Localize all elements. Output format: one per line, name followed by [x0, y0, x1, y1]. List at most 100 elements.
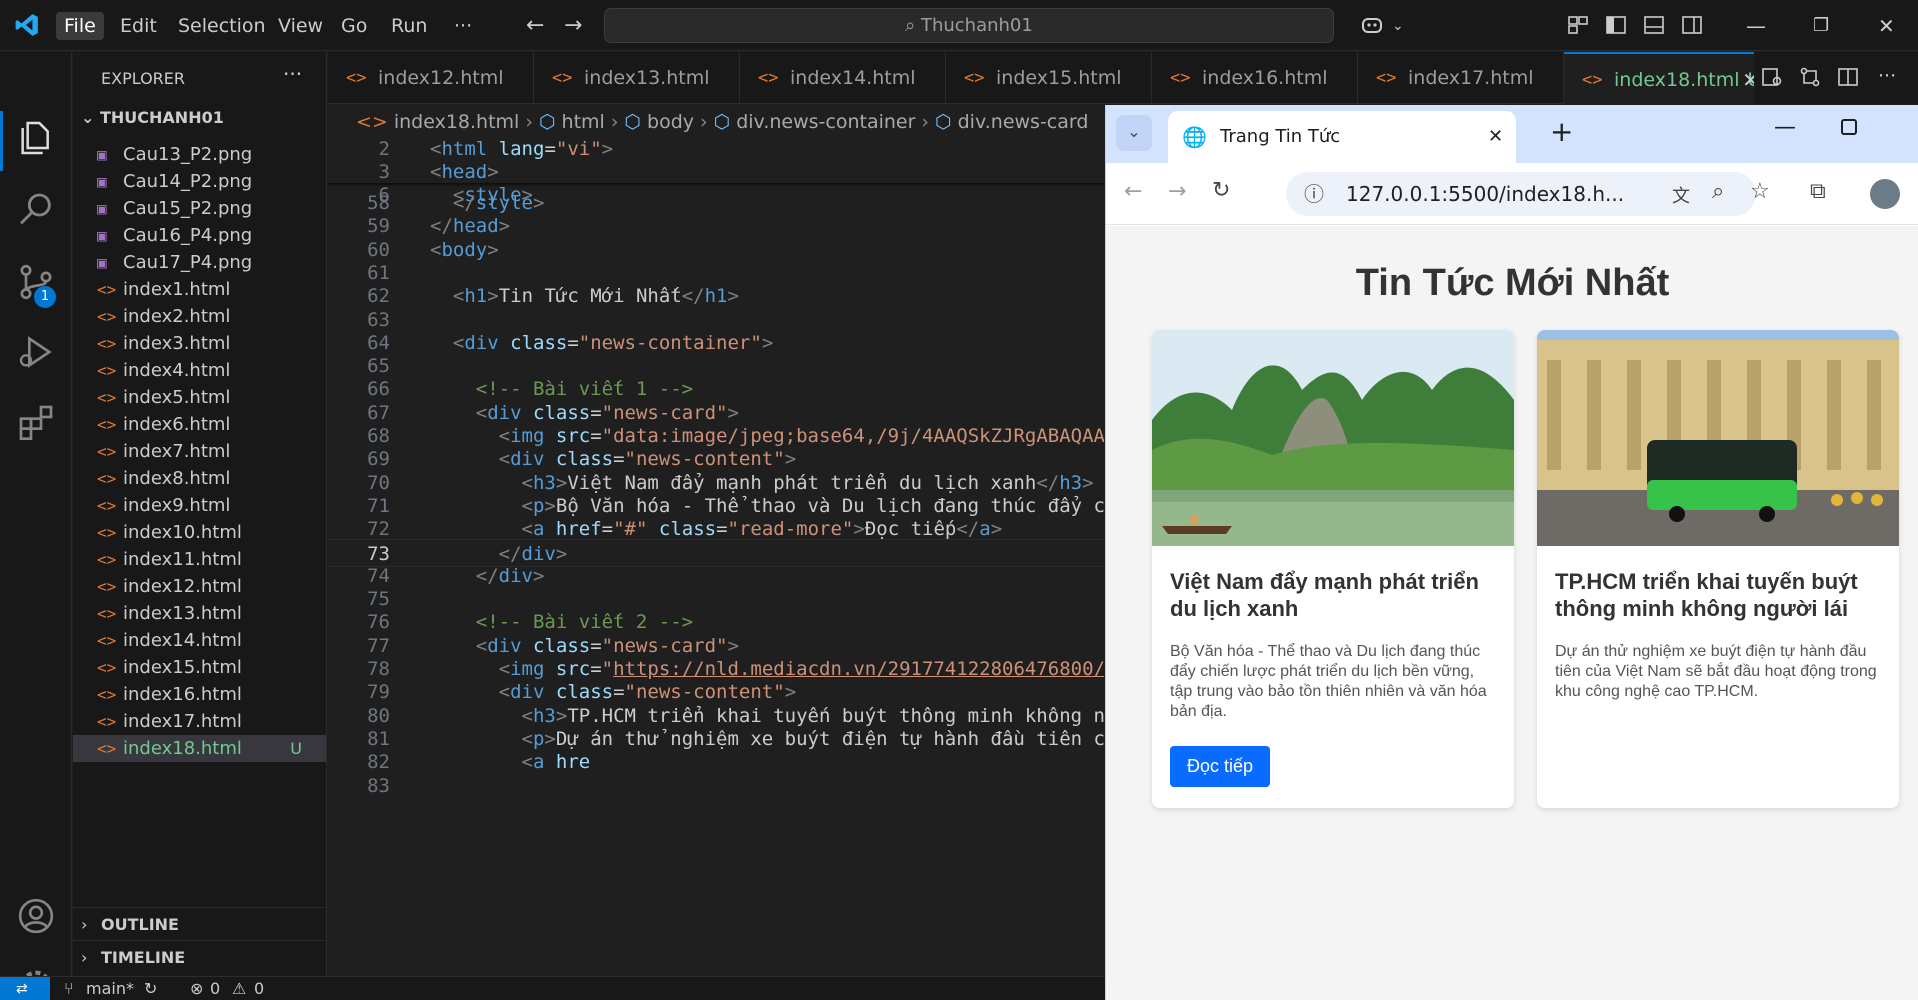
- open-preview-icon[interactable]: [1760, 65, 1784, 89]
- account-icon[interactable]: [16, 896, 56, 936]
- toggle-primary-sidebar-icon[interactable]: [1604, 13, 1628, 37]
- file-item[interactable]: <> index10.html: [73, 519, 326, 546]
- breadcrumb-item[interactable]: body: [647, 111, 694, 133]
- workspace-folder[interactable]: ⌄ THUCHANH01: [81, 108, 224, 127]
- file-item[interactable]: <> index14.html: [73, 627, 326, 654]
- browser-minimize-icon[interactable]: —: [1774, 115, 1796, 140]
- status-bar: ⇄ ⑂ main* ↻ ⊗ 0 ⚠ 0: [0, 976, 1105, 1000]
- editor-tab[interactable]: <> index12.html: [328, 52, 534, 104]
- html-file-icon: <>: [97, 361, 117, 380]
- file-item[interactable]: ▣ Cau15_P2.png: [73, 195, 326, 222]
- editor-tab[interactable]: <> index16.html: [1152, 52, 1358, 104]
- file-item[interactable]: <> index6.html: [73, 411, 326, 438]
- file-item[interactable]: ▣ Cau13_P2.png: [73, 141, 326, 168]
- new-tab-plus-icon[interactable]: +: [1550, 115, 1573, 148]
- breadcrumb-item[interactable]: index18.html: [394, 111, 519, 133]
- split-editor-icon[interactable]: [1836, 65, 1860, 89]
- editor-tab[interactable]: <> index17.html: [1358, 52, 1564, 104]
- translate-icon[interactable]: 文: [1672, 182, 1690, 208]
- close-tab-icon[interactable]: ✕: [1488, 111, 1503, 163]
- close-window-icon[interactable]: ✕: [1870, 12, 1903, 40]
- browser-tab[interactable]: 🌐 Trang Tin Tức ✕: [1168, 111, 1516, 163]
- browser-forward-icon[interactable]: →: [1168, 179, 1186, 204]
- file-item[interactable]: <> index12.html: [73, 573, 326, 600]
- file-name: index2.html: [123, 306, 231, 327]
- file-item[interactable]: <> index8.html: [73, 465, 326, 492]
- file-item[interactable]: <> index13.html: [73, 600, 326, 627]
- warning-count[interactable]: 0: [254, 977, 264, 1000]
- zoom-icon[interactable]: ⌕: [1712, 179, 1724, 204]
- code-editor[interactable]: 2 <html lang="vi"> 3 <head> 6 <style> 58 </st…: [328, 139, 1104, 976]
- file-item[interactable]: <> index5.html: [73, 384, 326, 411]
- search-view-icon[interactable]: [16, 190, 56, 230]
- browser-maximize-icon[interactable]: [1841, 119, 1857, 135]
- sync-icon[interactable]: ↻: [144, 977, 157, 1000]
- tab-search-chevron-icon[interactable]: ⌄: [1116, 115, 1152, 151]
- timeline-section[interactable]: › TIMELINE: [73, 940, 326, 973]
- forward-arrow-icon[interactable]: →: [556, 12, 590, 40]
- file-item[interactable]: ▣ Cau14_P2.png: [73, 168, 326, 195]
- editor-tab[interactable]: <> index15.html: [946, 52, 1152, 104]
- file-item[interactable]: <> index9.html: [73, 492, 326, 519]
- search-text: Thuchanh01: [920, 15, 1033, 36]
- explorer-more-icon[interactable]: ···: [283, 62, 302, 86]
- editor-tab[interactable]: <> index14.html: [740, 52, 946, 104]
- symbol-icon: ⬡: [624, 111, 642, 133]
- breadcrumb-item[interactable]: div.news-card: [958, 111, 1089, 133]
- file-item[interactable]: <> index18.html U: [73, 735, 326, 762]
- menu-file[interactable]: File: [56, 12, 104, 40]
- menu-selection[interactable]: Selection: [170, 12, 274, 40]
- file-item[interactable]: ▣ Cau16_P4.png: [73, 222, 326, 249]
- file-item[interactable]: <> index16.html: [73, 681, 326, 708]
- news-card-body: Bộ Văn hóa - Thể thao và Du lịch đang th…: [1170, 643, 1487, 720]
- html-file-icon: <>: [97, 469, 117, 488]
- copilot-icon[interactable]: [1360, 13, 1384, 37]
- file-item[interactable]: <> index11.html: [73, 546, 326, 573]
- breadcrumb-item[interactable]: html: [562, 111, 605, 133]
- extensions-puzzle-icon[interactable]: ⧉: [1810, 179, 1826, 204]
- layout-customize-icon[interactable]: [1566, 13, 1590, 37]
- file-item[interactable]: <> index15.html: [73, 654, 326, 681]
- editor-more-icon[interactable]: ···: [1870, 62, 1904, 90]
- menu-more[interactable]: ···: [446, 12, 480, 40]
- outline-section[interactable]: › OUTLINE: [73, 907, 326, 940]
- back-arrow-icon[interactable]: ←: [518, 12, 552, 40]
- explorer-icon[interactable]: [16, 118, 56, 158]
- compare-changes-icon[interactable]: [1798, 65, 1822, 89]
- profile-avatar[interactable]: [1870, 179, 1900, 209]
- remote-indicator[interactable]: ⇄: [0, 977, 50, 1000]
- copilot-chevron-icon[interactable]: ⌄: [1384, 12, 1412, 40]
- file-item[interactable]: <> index17.html: [73, 708, 326, 735]
- error-count[interactable]: 0: [210, 977, 220, 1000]
- minimize-window-icon[interactable]: —: [1738, 12, 1774, 40]
- editor-tab[interactable]: <>index18.htmlU✕: [1564, 52, 1770, 104]
- browser-toolbar: ← → ↻ ⓘ 127.0.0.1:5500/index18.h... 文 ⌕ …: [1106, 163, 1918, 225]
- browser-back-icon[interactable]: ←: [1124, 179, 1142, 204]
- menu-go[interactable]: Go: [333, 12, 375, 40]
- file-item[interactable]: <> index3.html: [73, 330, 326, 357]
- file-item[interactable]: <> index1.html: [73, 276, 326, 303]
- toggle-panel-icon[interactable]: [1642, 13, 1666, 37]
- file-item[interactable]: ▣ Cau17_P4.png: [73, 249, 326, 276]
- run-debug-icon[interactable]: [16, 332, 56, 372]
- restore-window-icon[interactable]: ❐: [1805, 12, 1837, 40]
- file-item[interactable]: <> index4.html: [73, 357, 326, 384]
- browser-window: ⌄ 🌐 Trang Tin Tức ✕ + — ← → ↻ ⓘ 127.0.0.…: [1105, 105, 1918, 1000]
- bookmark-star-icon[interactable]: ☆: [1750, 179, 1770, 204]
- html-file-icon: <>: [97, 280, 117, 299]
- menu-edit[interactable]: Edit: [112, 12, 165, 40]
- file-item[interactable]: <> index2.html: [73, 303, 326, 330]
- toggle-secondary-sidebar-icon[interactable]: [1680, 13, 1704, 37]
- menu-view[interactable]: View: [270, 12, 331, 40]
- command-center-search[interactable]: ⌕ Thuchanh01: [604, 8, 1334, 43]
- reload-icon[interactable]: ↻: [1212, 178, 1230, 203]
- menu-run[interactable]: Run: [383, 12, 435, 40]
- file-name: Cau17_P4.png: [123, 252, 253, 273]
- breadcrumb-item[interactable]: div.news-container: [736, 111, 915, 133]
- read-more-button[interactable]: Đọc tiếp: [1170, 746, 1270, 787]
- file-item[interactable]: <> index7.html: [73, 438, 326, 465]
- editor-tab[interactable]: <> index13.html: [534, 52, 740, 104]
- site-info-icon[interactable]: ⓘ: [1304, 172, 1324, 216]
- branch-name[interactable]: main*: [86, 977, 134, 1000]
- extensions-icon[interactable]: [16, 402, 56, 442]
